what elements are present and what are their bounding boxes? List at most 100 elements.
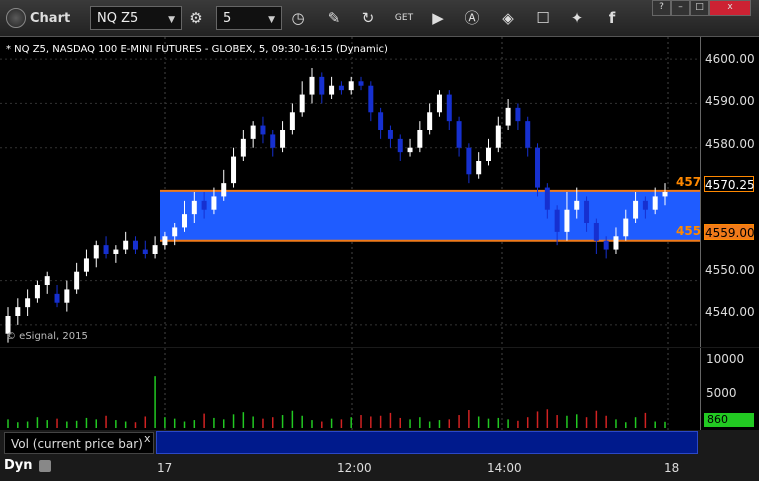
volume-legend: Vol (current price bar) [4,432,154,454]
help-button[interactable]: ? [652,0,671,16]
candle-body [623,218,629,237]
candle-body [485,147,491,161]
volume-tick: 5000 [706,386,737,400]
candle-body [378,112,384,130]
candle-body [525,121,531,148]
candle-body [387,130,393,139]
candle-body [633,200,639,219]
minimize-button[interactable]: – [671,0,690,16]
candle-body [250,125,256,139]
candle-body [132,240,138,250]
chart-header: * NQ Z5, NASDAQ 100 E-MINI FUTURES - GLO… [6,44,388,55]
lower-price-box: 4559.00 [704,224,755,240]
candle-body [280,130,286,148]
candle-body [652,196,658,210]
volume-info-bar [156,431,698,454]
chevron-down-icon[interactable]: ▼ [268,15,275,25]
get-icon[interactable]: GET [394,8,414,28]
candle-body [574,200,580,210]
candle-body [74,271,80,290]
candle-body [348,81,354,91]
candle-body [231,156,237,184]
candle-body [358,81,364,86]
esignal-logo-icon [6,8,26,28]
tag-icon[interactable]: ◈ [498,8,518,28]
candle-body [436,94,442,113]
candle-body [152,245,158,254]
chevron-down-icon[interactable]: ▼ [168,15,175,25]
volume-chart [7,348,669,430]
candle-body [593,223,599,241]
candle-body [270,134,276,148]
candle-body [221,183,227,197]
candle-body [456,121,462,148]
candle-body [613,236,619,250]
candle-body [83,258,89,272]
refresh-icon[interactable]: ↻ [358,8,378,28]
price-tick: 4580.00 [705,137,755,151]
candle-body [93,245,99,259]
candle-body [299,94,305,113]
time-axis[interactable] [0,455,759,481]
facebook-icon[interactable]: f [602,8,622,28]
twitter-icon[interactable]: ✦ [567,8,587,28]
candle-body [25,298,31,308]
candle-body [505,107,511,126]
candle-body [319,76,325,95]
candle-body [34,285,40,299]
price-chart[interactable] [0,37,700,347]
candle-body [44,276,50,285]
time-tick: 18 [664,461,680,475]
price-tick: 4590.00 [705,94,755,108]
candle-body [642,200,648,210]
candle-body [603,240,609,250]
candle-body [515,107,521,122]
price-tick: 4550.00 [705,263,755,277]
candle-body [191,200,197,215]
candle-body [397,138,403,153]
interval-input[interactable]: 5 ▼ [216,6,282,30]
candle-body [182,214,188,228]
play-icon[interactable]: ▶ [428,8,448,28]
clock-icon[interactable]: ◷ [288,8,308,28]
candlestick-chart [0,37,700,347]
candle-body [368,85,374,113]
window-title: Chart [6,8,70,28]
copyright-text: © eSignal, 2015 [6,331,88,342]
lock-icon[interactable] [39,459,52,472]
volume-panel[interactable] [0,348,700,430]
candle-body [338,85,344,91]
candle-body [64,289,70,303]
dynamic-mode[interactable]: Dyn [4,458,52,473]
settings-icon[interactable]: ⚙ [186,8,206,28]
candle-body [142,249,148,254]
candle-body [466,147,472,175]
candle-body [103,245,109,254]
candle-body [417,130,423,148]
candle-body [260,125,266,135]
candle-body [407,147,413,153]
price-band [160,190,700,241]
price-tick: 4600.00 [705,52,755,66]
interval-value: 5 [223,10,232,26]
candle-body [162,236,168,246]
window-title-text: Chart [30,10,71,26]
close-button[interactable]: x [709,0,751,16]
candle-body [113,249,119,254]
candle-body [535,147,541,188]
maximize-button[interactable]: □ [690,0,709,16]
time-tick: 17 [157,461,173,475]
candle-body [309,76,315,95]
candle-body [476,161,482,175]
candle-body [427,112,433,130]
candle-body [495,125,501,148]
candle-body [172,227,178,237]
candle-body [15,307,21,316]
alert-icon[interactable]: Ⓐ [462,8,482,28]
price-tick: 4540.00 [705,305,755,319]
chat-icon[interactable]: ☐ [533,8,553,28]
close-icon[interactable]: x [144,432,151,445]
pencil-icon[interactable]: ✎ [324,8,344,28]
symbol-input[interactable]: NQ Z5 ▼ [90,6,182,30]
candle-body [211,196,217,210]
